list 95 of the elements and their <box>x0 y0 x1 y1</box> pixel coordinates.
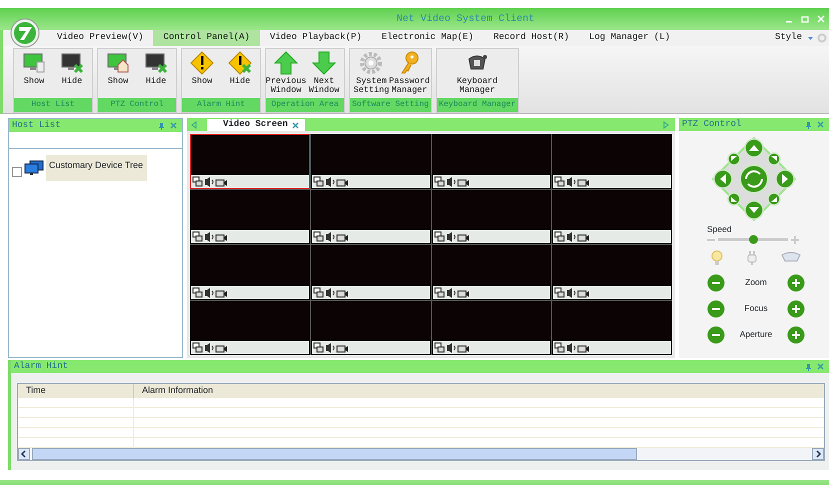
up-left-button[interactable] <box>727 152 741 166</box>
minus-button[interactable] <box>707 274 725 292</box>
monitor-icon <box>22 51 46 75</box>
minus-button[interactable] <box>707 300 725 318</box>
ribbon-button[interactable]: Next Window <box>306 51 342 98</box>
video-cell[interactable] <box>432 245 552 300</box>
warning-icon <box>190 51 214 75</box>
video-cell[interactable] <box>432 300 552 355</box>
monitor-hide-icon <box>144 51 168 75</box>
settings-icon <box>359 51 384 75</box>
column-header[interactable]: Time <box>18 384 134 398</box>
ribbon-button[interactable]: System Setting <box>353 51 390 98</box>
video-cell[interactable] <box>190 300 310 355</box>
auto-scan-button[interactable] <box>739 164 769 194</box>
close-button[interactable] <box>170 122 177 129</box>
group-label: Host List <box>14 98 92 112</box>
menu-tab[interactable]: Video Playback(P) <box>260 30 372 46</box>
speed-slider-track[interactable] <box>718 238 788 242</box>
ribbon-button[interactable]: Keyboard Manager <box>447 51 508 98</box>
up-button[interactable] <box>744 138 764 158</box>
scrollbar-thumb[interactable] <box>32 448 637 460</box>
video-cell[interactable] <box>310 190 430 244</box>
plus-button[interactable] <box>787 300 805 318</box>
video-cell[interactable] <box>552 134 672 188</box>
ribbon-button[interactable]: Hide <box>222 51 258 98</box>
monitors-icon <box>24 160 44 176</box>
group-label: Keyboard Manager <box>436 98 518 112</box>
panel-title: PTZ Control <box>682 118 742 131</box>
video-cell[interactable] <box>310 245 430 300</box>
video-cell[interactable] <box>552 245 672 300</box>
tree-checkbox[interactable] <box>12 166 22 177</box>
video-cell[interactable] <box>310 134 430 188</box>
panel-title: Alarm Hint <box>14 360 70 373</box>
tree-item[interactable]: Customary Device Tree <box>46 155 148 180</box>
pin-button[interactable] <box>158 122 165 130</box>
scroll-left-button[interactable] <box>18 448 30 460</box>
ribbon-button[interactable]: Password Manager <box>391 51 428 98</box>
plus-button[interactable] <box>786 274 805 292</box>
ribbon-button[interactable]: Show <box>184 51 220 98</box>
monitor-home-icon <box>106 51 130 75</box>
group-label: PTZ Control <box>98 98 176 112</box>
left-button[interactable] <box>713 169 733 189</box>
ribbon-button[interactable]: Show <box>100 51 136 98</box>
down-button[interactable] <box>744 200 764 220</box>
dropdown-icon[interactable] <box>807 35 814 42</box>
adjust-label: Zoom <box>745 276 767 290</box>
close-button[interactable] <box>817 121 824 128</box>
window-title: Net Video System Client <box>395 12 536 26</box>
scroll-right-icon[interactable] <box>663 121 669 129</box>
down-arrow-icon <box>312 51 336 75</box>
down-right-button[interactable] <box>767 192 781 206</box>
menu-tab[interactable]: Video Preview(V) <box>47 30 154 46</box>
scroll-left-icon[interactable] <box>191 121 197 129</box>
ribbon-button[interactable]: Previous Window <box>268 51 304 98</box>
adjust-label: Aperture <box>740 328 772 342</box>
menu-tab[interactable]: Log Manager (L) <box>579 30 680 46</box>
ribbon-button[interactable]: Hide <box>138 51 174 98</box>
scroll-right-button[interactable] <box>812 448 824 460</box>
pin-button[interactable] <box>805 120 812 128</box>
video-cell[interactable] <box>310 300 430 355</box>
up-arrow-icon <box>274 51 298 75</box>
warning-hide-icon <box>228 51 252 75</box>
video-cell[interactable] <box>190 134 310 188</box>
right-button[interactable] <box>775 169 795 189</box>
close-icon[interactable] <box>292 122 299 128</box>
group-label: Operation Area <box>266 98 344 112</box>
menu-tab[interactable]: Record Host(R) <box>484 30 580 46</box>
video-cell[interactable] <box>432 134 552 188</box>
ribbon-button[interactable]: Hide <box>54 51 90 98</box>
group-label: Alarm Hint <box>182 98 260 112</box>
ribbon-button[interactable]: Show <box>16 51 52 98</box>
video-cell[interactable] <box>552 300 672 355</box>
video-cell[interactable] <box>190 190 310 244</box>
monitor-hide-icon <box>60 51 84 75</box>
plus-button[interactable] <box>786 326 805 344</box>
close-button[interactable] <box>817 363 824 370</box>
video-cell[interactable] <box>552 190 672 244</box>
minus-button[interactable] <box>707 326 725 344</box>
style-menu[interactable]: Style <box>764 30 804 46</box>
adjust-label: Focus <box>744 302 768 316</box>
up-right-button[interactable] <box>767 152 781 166</box>
video-cell[interactable] <box>432 190 552 244</box>
column-header[interactable]: Alarm Information <box>134 384 214 398</box>
video-cell[interactable] <box>190 245 310 300</box>
maximize-button[interactable] <box>801 15 809 23</box>
down-left-button[interactable] <box>727 192 741 206</box>
menu-tab[interactable]: Electronic Map(E) <box>372 30 484 46</box>
group-label: Software Setting <box>350 98 431 112</box>
pin-button[interactable] <box>805 362 812 370</box>
screen-tab[interactable]: Video Screen <box>207 119 305 131</box>
speed-slider-thumb[interactable] <box>748 235 758 244</box>
speed-label: Speed <box>707 223 732 236</box>
menu-tab[interactable]: Control Panel(A) <box>153 30 260 46</box>
wiper-icon[interactable] <box>781 250 801 262</box>
panel-title: Host List <box>12 118 62 132</box>
